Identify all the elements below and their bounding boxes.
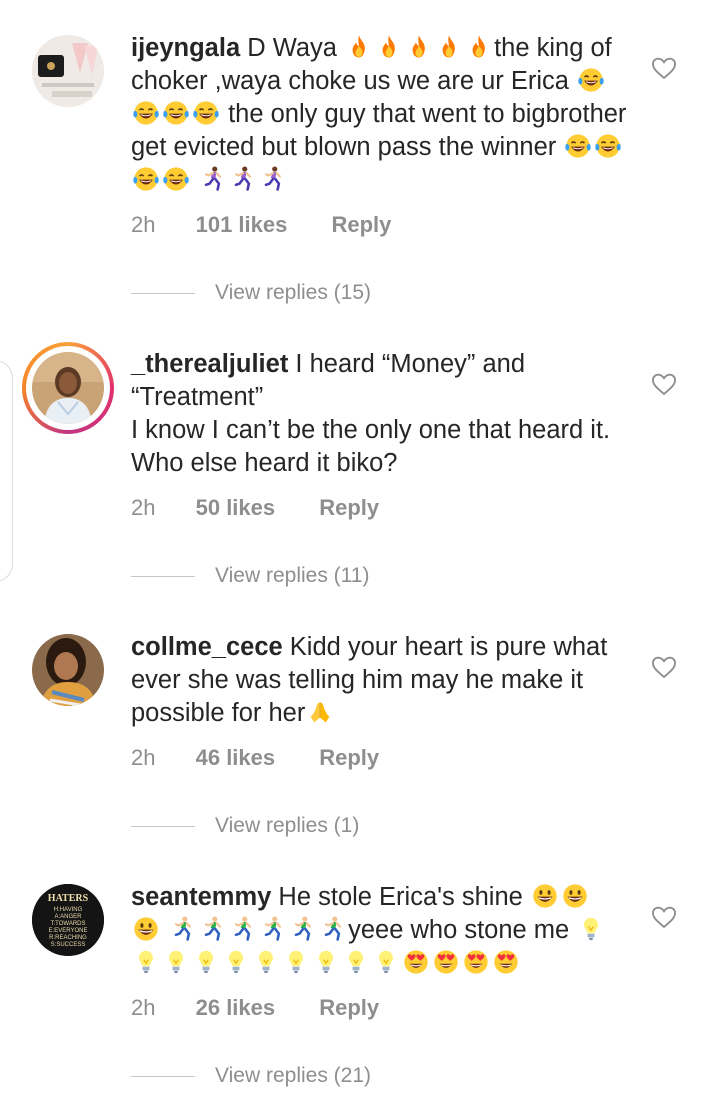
avatar[interactable] xyxy=(32,634,104,706)
grinning-face-emoji xyxy=(533,884,557,908)
light-bulb-emoji xyxy=(139,950,153,974)
comment-username[interactable]: _therealjuliet xyxy=(131,350,288,378)
tears-of-joy-emoji xyxy=(163,167,189,191)
view-replies-button[interactable]: View replies (15) xyxy=(131,281,371,305)
divider xyxy=(131,292,195,295)
fire-emoji xyxy=(352,35,365,58)
man-running-emoji xyxy=(174,916,192,941)
comment-text: ijeyngala D Waya the king of choker ,way… xyxy=(131,32,631,197)
light-bulb-emoji xyxy=(349,950,363,974)
avatar-line: E:EVERYONE xyxy=(49,928,88,934)
comment-meta: 2h 46 likes Reply xyxy=(131,745,379,771)
story-ring[interactable] xyxy=(22,342,114,434)
avatar xyxy=(32,352,104,424)
comment-time: 2h xyxy=(131,495,156,520)
likes-count[interactable]: 50 likes xyxy=(196,495,276,521)
avatar-line: R:REACHING xyxy=(49,935,87,941)
light-bulb-emoji xyxy=(289,950,303,974)
heart-eyes-emoji xyxy=(434,950,458,974)
fire-emoji xyxy=(382,35,395,58)
comment-text-run: He stole Erica's shine xyxy=(278,883,530,911)
tears-of-joy-emoji xyxy=(133,101,159,125)
comment-username[interactable]: ijeyngala xyxy=(131,34,240,62)
tears-of-joy-emoji xyxy=(578,68,604,92)
comment-text-run: D Waya xyxy=(247,34,345,62)
tears-of-joy-emoji xyxy=(133,167,159,191)
comment-text-run xyxy=(191,166,198,194)
view-replies-label: View replies (15) xyxy=(215,281,372,304)
reply-button[interactable]: Reply xyxy=(319,495,379,521)
view-replies-label: View replies (11) xyxy=(215,564,370,587)
light-bulb-emoji xyxy=(259,950,273,974)
comment-text: collme_cece Kidd your heart is pure what… xyxy=(131,631,631,730)
avatar[interactable] xyxy=(32,35,104,107)
divider xyxy=(131,825,195,828)
comment-meta: 2h 101 likes Reply xyxy=(131,212,391,238)
tears-of-joy-emoji xyxy=(193,101,219,125)
comment-text-run xyxy=(161,916,168,944)
comment-meta: 2h 26 likes Reply xyxy=(131,995,379,1021)
avatar[interactable]: HATERS H:HAVING A:ANGER T:TOWARDS E:EVER… xyxy=(32,884,104,956)
avatar-line: S:SUCCESS xyxy=(51,942,86,948)
folded-hands-emoji xyxy=(311,702,330,723)
grinning-face-emoji xyxy=(134,917,158,941)
woman-running-emoji xyxy=(204,166,222,191)
comment-time: 2h xyxy=(131,212,156,237)
man-running-emoji xyxy=(204,916,222,941)
man-running-emoji xyxy=(324,916,342,941)
heart-eyes-emoji xyxy=(464,950,488,974)
tears-of-joy-emoji xyxy=(163,101,189,125)
comment-text-run: yeee who stone me xyxy=(348,916,577,944)
likes-count[interactable]: 101 likes xyxy=(196,212,288,238)
light-bulb-emoji xyxy=(584,917,599,941)
side-drawer-handle[interactable] xyxy=(0,360,13,582)
light-bulb-emoji xyxy=(229,950,243,974)
heart-outline-icon[interactable] xyxy=(650,370,678,398)
view-replies-label: View replies (21) xyxy=(215,1064,372,1087)
divider xyxy=(131,1075,195,1078)
avatar-title: HATERS xyxy=(48,893,89,904)
reply-button[interactable]: Reply xyxy=(319,745,379,771)
comment-time: 2h xyxy=(131,995,156,1020)
man-running-emoji xyxy=(264,916,282,941)
tears-of-joy-emoji xyxy=(595,134,622,158)
comment-username[interactable]: collme_cece xyxy=(131,633,283,661)
view-replies-button[interactable]: View replies (11) xyxy=(131,564,369,588)
heart-outline-icon[interactable] xyxy=(650,653,678,681)
light-bulb-emoji xyxy=(169,950,183,974)
man-running-emoji xyxy=(234,916,252,941)
comment-text-run: I know I can’t be the only one that hear… xyxy=(131,416,611,477)
fire-emoji xyxy=(412,35,425,58)
avatar-line: A:ANGER xyxy=(54,914,82,920)
comment-username[interactable]: seantemmy xyxy=(131,883,271,911)
reply-button[interactable]: Reply xyxy=(319,995,379,1021)
fire-emoji xyxy=(442,35,455,58)
woman-running-emoji xyxy=(234,166,252,191)
light-bulb-emoji xyxy=(379,950,393,974)
woman-running-emoji xyxy=(264,166,282,191)
heart-outline-icon[interactable] xyxy=(650,54,678,82)
avatar-line: T:TOWARDS xyxy=(50,921,85,927)
view-replies-button[interactable]: View replies (1) xyxy=(131,814,359,838)
view-replies-label: View replies (1) xyxy=(215,814,360,837)
comment-text: seantemmy He stole Erica's shine yeee wh… xyxy=(131,881,631,980)
comment-text: _therealjuliet I heard “Money” and “Trea… xyxy=(131,348,631,480)
comment-time: 2h xyxy=(131,745,156,770)
grinning-face-emoji xyxy=(563,884,587,908)
divider xyxy=(131,575,195,578)
heart-eyes-emoji xyxy=(404,950,428,974)
reply-button[interactable]: Reply xyxy=(331,212,391,238)
man-running-emoji xyxy=(294,916,312,941)
heart-outline-icon[interactable] xyxy=(650,903,678,931)
light-bulb-emoji xyxy=(319,950,333,974)
likes-count[interactable]: 26 likes xyxy=(196,995,276,1021)
view-replies-button[interactable]: View replies (21) xyxy=(131,1064,371,1088)
fire-emoji xyxy=(472,35,485,58)
heart-eyes-emoji xyxy=(494,950,518,974)
likes-count[interactable]: 46 likes xyxy=(196,745,276,771)
avatar-line: H:HAVING xyxy=(54,907,83,913)
light-bulb-emoji xyxy=(199,950,213,974)
tears-of-joy-emoji xyxy=(565,134,592,158)
comment-meta: 2h 50 likes Reply xyxy=(131,495,379,521)
